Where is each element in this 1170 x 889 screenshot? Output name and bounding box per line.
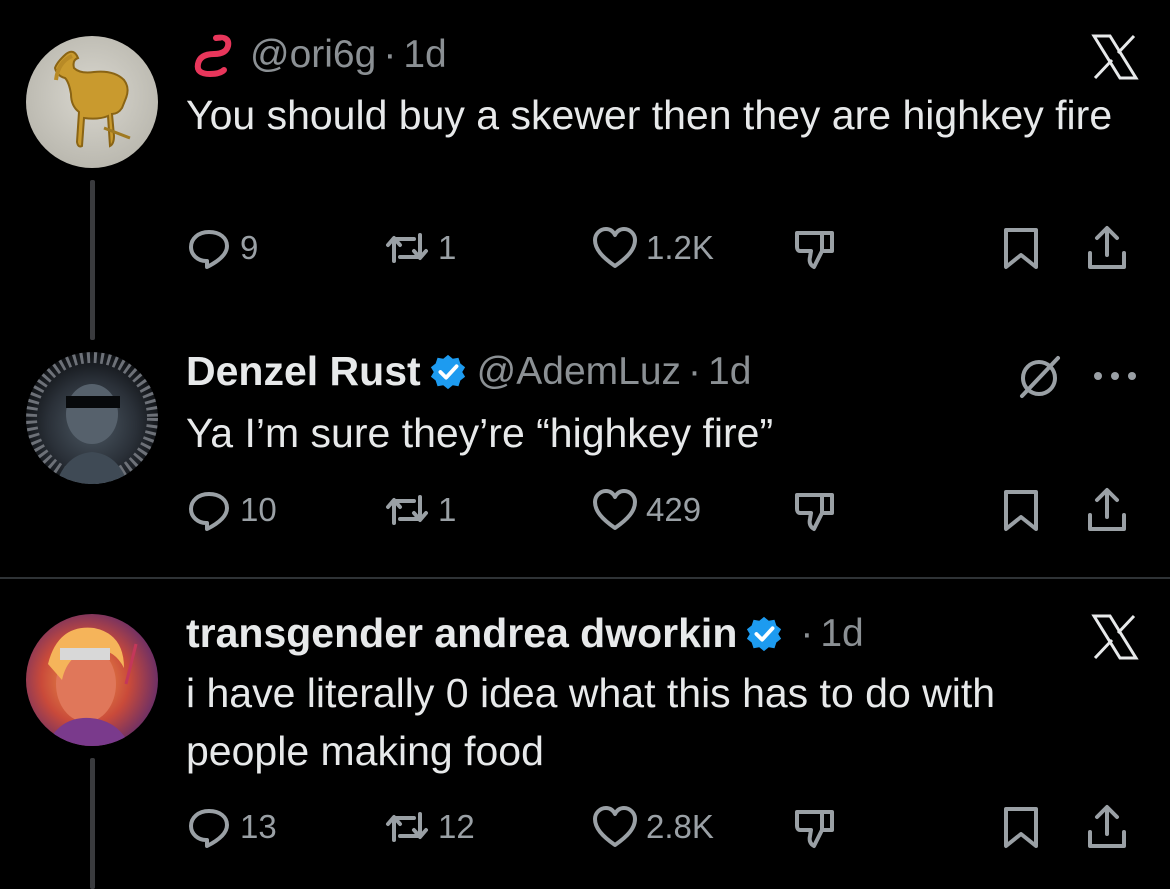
tweet-text: Ya I’m sure they’re “highkey fire” xyxy=(186,410,774,456)
timestamp[interactable]: 1d xyxy=(403,33,446,77)
share-icon xyxy=(1088,488,1126,531)
like-button[interactable]: 429 xyxy=(592,487,701,533)
repost-button[interactable]: 1 xyxy=(384,487,456,533)
repost-button[interactable]: 12 xyxy=(384,804,475,850)
reply-icon xyxy=(189,809,229,848)
separator-dot: · xyxy=(800,611,814,655)
verified-badge-icon xyxy=(747,616,782,651)
tweet-header: @ori6g · 1d xyxy=(186,30,447,80)
profile-photo xyxy=(26,352,158,484)
repost-count: 12 xyxy=(438,808,475,845)
reply-button[interactable]: 9 xyxy=(186,225,258,271)
display-name[interactable]: transgender andrea dworkin xyxy=(186,610,737,657)
reply-count: 9 xyxy=(240,229,259,266)
tweet-header: Denzel Rust @AdemLuz · 1d xyxy=(186,348,751,395)
avatar[interactable] xyxy=(26,36,158,168)
handle[interactable]: @AdemLuz xyxy=(477,350,681,394)
like-icon xyxy=(593,806,637,847)
timestamp[interactable]: 1d xyxy=(708,350,751,394)
tweet-header: transgender andrea dworkin · 1d xyxy=(186,610,864,657)
share-icon xyxy=(1088,226,1126,269)
like-count: 1.2K xyxy=(646,229,714,266)
like-button[interactable]: 2.8K xyxy=(592,804,714,850)
action-bar: 10 1 429 xyxy=(186,487,1136,537)
separator-dot: · xyxy=(688,349,702,393)
like-count: 2.8K xyxy=(646,808,714,845)
bookmark-icon xyxy=(1004,490,1038,531)
like-icon xyxy=(593,227,637,268)
bookmark-icon xyxy=(1004,228,1038,269)
dislike-button[interactable] xyxy=(792,804,838,850)
dislike-icon xyxy=(795,231,834,269)
tweet-text: i have literally 0 idea what this has to… xyxy=(186,670,996,774)
repost-count: 1 xyxy=(438,491,457,528)
avatar[interactable] xyxy=(26,352,158,484)
slashed-circle-icon[interactable] xyxy=(1014,352,1064,402)
avatar[interactable] xyxy=(26,614,158,746)
bookmark-icon xyxy=(1004,807,1038,848)
dislike-icon xyxy=(795,493,834,531)
handle[interactable]: @ori6g xyxy=(250,33,376,77)
reply-icon xyxy=(189,492,229,531)
verified-badge-icon xyxy=(430,354,465,389)
action-bar: 13 12 2.8K xyxy=(186,804,1136,854)
bookmark-button[interactable] xyxy=(998,225,1044,271)
repost-icon xyxy=(386,812,428,842)
reply-count: 13 xyxy=(240,808,277,845)
worm-emoji-icon xyxy=(194,34,232,78)
golden-statue-image xyxy=(53,50,131,148)
timestamp[interactable]: 1d xyxy=(820,612,863,656)
more-icon[interactable] xyxy=(1090,366,1140,386)
like-icon xyxy=(593,489,637,530)
share-icon xyxy=(1088,805,1126,848)
display-name[interactable]: Denzel Rust xyxy=(186,348,421,395)
like-count: 429 xyxy=(646,491,702,528)
profile-photo xyxy=(46,627,138,746)
repost-count: 1 xyxy=(438,229,457,266)
thread-line xyxy=(90,758,95,889)
reply-button[interactable]: 13 xyxy=(186,804,277,850)
repost-icon xyxy=(386,495,428,525)
divider xyxy=(0,577,1170,579)
repost-button[interactable]: 1 xyxy=(384,225,456,271)
reply-count: 10 xyxy=(240,491,277,528)
like-button[interactable]: 1.2K xyxy=(592,225,714,271)
dislike-button[interactable] xyxy=(792,487,838,533)
bookmark-button[interactable] xyxy=(998,487,1044,533)
tweet-text: You should buy a skewer then they are hi… xyxy=(186,92,1113,138)
x-logo-icon[interactable] xyxy=(1090,612,1140,662)
share-button[interactable] xyxy=(1084,487,1130,533)
reply-icon xyxy=(189,230,229,269)
reply-button[interactable]: 10 xyxy=(186,487,277,533)
thread-line xyxy=(90,180,95,340)
share-button[interactable] xyxy=(1084,225,1130,271)
dislike-button[interactable] xyxy=(792,225,838,271)
repost-icon xyxy=(386,233,428,263)
separator-dot: · xyxy=(383,33,397,76)
x-logo-icon[interactable] xyxy=(1090,32,1140,82)
action-bar: 9 1 1.2K xyxy=(186,225,1136,275)
dislike-icon xyxy=(795,810,834,848)
bookmark-button[interactable] xyxy=(998,804,1044,850)
share-button[interactable] xyxy=(1084,804,1130,850)
